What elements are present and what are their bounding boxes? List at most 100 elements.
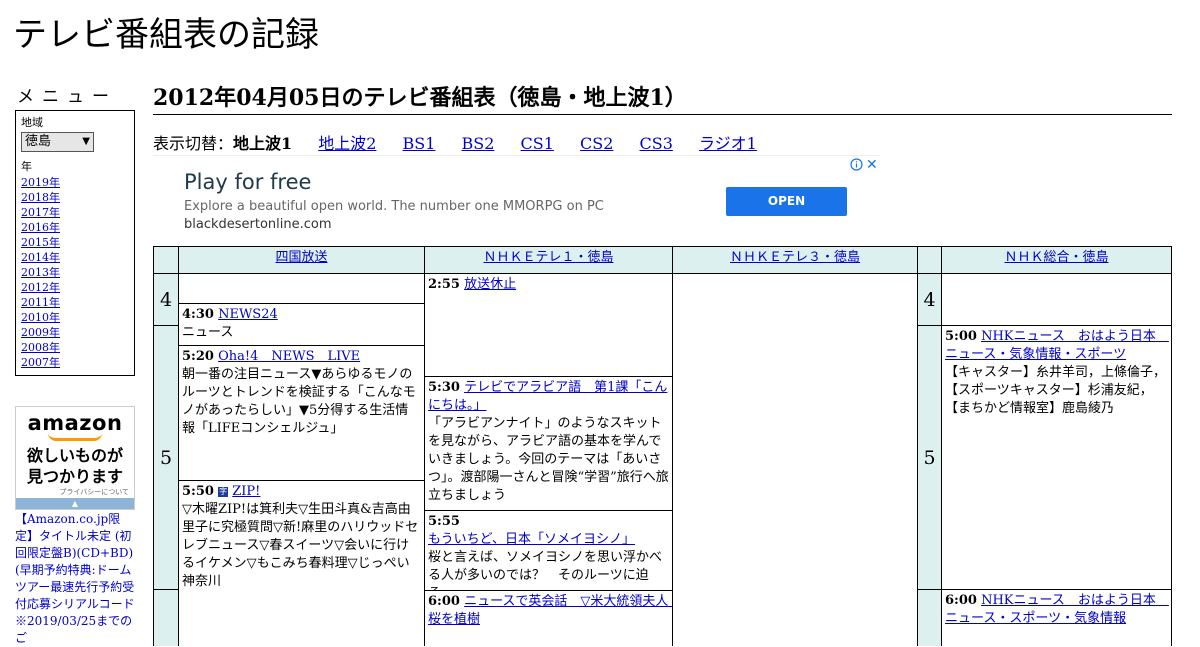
program-cell: 5:00 NHKニュース おはよう日本 ニュース・気象情報・スポーツ 【キャスタ…	[941, 325, 1172, 590]
program-cell: 4:30 NEWS24 ニュース	[178, 303, 425, 346]
program-title-link[interactable]: Oha!4 NEWS LIVE	[218, 349, 360, 364]
switcher-link-bs2[interactable]: BS2	[462, 134, 495, 153]
region-select-value: 徳島	[25, 134, 52, 149]
year-item: 2007年	[21, 355, 60, 370]
year-item: 2013年	[21, 265, 60, 280]
program-title-link[interactable]: NHKニュース おはよう日本 ニュース・気象情報・スポーツ	[945, 329, 1169, 362]
program-cell: 5:20 Oha!4 NEWS LIVE 朝一番の注目ニュース▼あらゆるモノのル…	[178, 345, 425, 481]
site-title: テレビ番組表の記録	[13, 15, 319, 55]
program-time: 6:00	[945, 593, 977, 608]
switcher-link-cs1[interactable]: CS1	[521, 134, 554, 153]
hour-label	[917, 589, 942, 646]
info-icon[interactable]	[850, 158, 863, 171]
amazon-privacy-link[interactable]: プライバシーについて	[16, 487, 134, 497]
ad-banner[interactable]: Play for free Explore a beautiful open w…	[153, 155, 880, 245]
switcher-link-chijo2[interactable]: 地上波2	[318, 134, 376, 153]
amazon-tagline: 欲しいものが 見つかります	[16, 445, 134, 487]
program-title-link[interactable]: テレビでアラビア語 第1課「こんにちは。」	[428, 380, 667, 413]
year-link[interactable]: 2012年	[21, 281, 60, 294]
empty-slot	[941, 273, 1172, 326]
year-item: 2012年	[21, 280, 60, 295]
amazon-logo: amazon	[27, 411, 123, 435]
empty-slot	[178, 273, 425, 304]
channel-header: 四国放送	[178, 246, 425, 274]
switcher-link-bs1[interactable]: BS1	[403, 134, 436, 153]
switcher-link-radio1[interactable]: ラジオ1	[699, 134, 757, 153]
program-cell: 5:30 テレビでアラビア語 第1課「こんにちは。」 「アラビアンナイト」のよう…	[424, 376, 673, 511]
hour-label: 5	[153, 325, 179, 590]
switcher-link-cs2[interactable]: CS2	[580, 134, 613, 153]
program-time: 2:55	[428, 277, 460, 292]
year-link[interactable]: 2008年	[21, 341, 60, 354]
amazon-tagline-line2: 見つかります	[26, 467, 123, 486]
program-time: 5:55	[428, 514, 460, 529]
program-time: 5:50	[182, 484, 214, 499]
region-label: 地域	[21, 116, 43, 129]
empty-slot	[672, 273, 918, 646]
program-title-link[interactable]: ZIP!	[232, 484, 260, 499]
year-item: 2011年	[21, 295, 60, 310]
close-icon[interactable]: ✕	[866, 157, 878, 173]
channel-header: ＮＨＫ総合・徳島	[941, 246, 1172, 274]
year-link[interactable]: 2011年	[21, 296, 60, 309]
program-cell: 5:50 字 ZIP! ▽木曜ZIP!は箕利夫▽生田斗真&吉高由里子に究極質問▽…	[178, 480, 425, 646]
year-link[interactable]: 2017年	[21, 206, 60, 219]
channel-header: ＮＨＫＥテレ１・徳島	[424, 246, 673, 274]
program-description: ニュース	[182, 325, 234, 340]
program-description: ▽木曜ZIP!は箕利夫▽生田斗真&吉高由里子に究極質問▽新!麻里のハリウッドセレ…	[182, 502, 419, 589]
year-item: 2016年	[21, 220, 60, 235]
year-link[interactable]: 2018年	[21, 191, 60, 204]
program-cell: 6:00 ニュースで英会話 ▽米大統領夫人 桜を植樹	[424, 590, 673, 646]
year-item: 2019年	[21, 175, 60, 190]
ad-open-button[interactable]: OPEN	[726, 187, 847, 216]
year-link[interactable]: 2009年	[21, 326, 60, 339]
amazon-product-link[interactable]: 【Amazon.co.jp限定】タイトル未定 (初回限定盤B)(CD+BD)(早…	[15, 511, 137, 647]
program-title-link[interactable]: NEWS24	[218, 307, 278, 322]
program-title-link[interactable]: もういちど、日本「ソメイヨシノ」	[428, 532, 635, 547]
chevron-down-icon: ▼	[82, 136, 90, 147]
switcher-label: 表示切替：	[153, 134, 234, 153]
program-title-link[interactable]: ニュースで英会話 ▽米大統領夫人 桜を植樹	[428, 594, 672, 627]
header-corner	[917, 246, 942, 274]
program-time: 5:30	[428, 380, 460, 395]
program-description: 桜と言えば、ソメイヨシノを思い浮かべる人が多いのでは？ そのルーツに迫る。	[428, 550, 663, 590]
ad-title: Play for free	[184, 170, 312, 194]
year-link[interactable]: 2016年	[21, 221, 60, 234]
year-item: 2018年	[21, 190, 60, 205]
program-description: 【キャスター】糸井羊司，上條倫子，【スポーツキャスター】杉浦友紀，【まちかど情報…	[945, 365, 1167, 416]
page-title: 2012年04月05日のテレビ番組表（徳島・地上波1）	[153, 82, 1172, 115]
program-title-link[interactable]: 放送休止	[464, 277, 516, 292]
year-link[interactable]: 2019年	[21, 176, 60, 189]
year-item: 2015年	[21, 235, 60, 250]
menu-heading: メニュー	[17, 87, 117, 107]
program-time: 5:00	[945, 329, 977, 344]
program-title-link[interactable]: NHKニュース おはよう日本 ニュース・スポーツ・気象情報	[945, 593, 1169, 626]
amazon-banner[interactable]: amazon 欲しいものが 見つかります プライバシーについて ▲	[15, 406, 135, 510]
caption-icon: 字	[218, 487, 229, 497]
hour-label	[153, 589, 179, 646]
channel-switcher: 表示切替：地上波1 地上波2 BS1 BS2 CS1 CS2 CS3 ラジオ1	[153, 134, 757, 154]
region-select[interactable]: 徳島 ▼	[21, 132, 94, 152]
year-link[interactable]: 2013年	[21, 266, 60, 279]
year-link[interactable]: 2014年	[21, 251, 60, 264]
switcher-link-cs3[interactable]: CS3	[640, 134, 673, 153]
program-description: 「アラビアンナイト」のようなスキットを見ながら、アラビア語の基本を学んでいきまし…	[428, 416, 669, 503]
channel-link[interactable]: ＮＨＫ総合・徳島	[1004, 250, 1108, 265]
program-cell: 2:55 放送休止	[424, 273, 673, 377]
ad-domain: blackdesertonline.com	[184, 217, 332, 232]
channel-link[interactable]: 四国放送	[275, 250, 327, 265]
channel-link[interactable]: ＮＨＫＥテレ３・徳島	[730, 250, 860, 265]
switcher-current: 地上波1	[233, 134, 293, 153]
year-link[interactable]: 2015年	[21, 236, 60, 249]
channel-link[interactable]: ＮＨＫＥテレ１・徳島	[483, 250, 613, 265]
year-item: 2014年	[21, 250, 60, 265]
program-cell: 5:55 もういちど、日本「ソメイヨシノ」 桜と言えば、ソメイヨシノを思い浮かべ…	[424, 510, 673, 591]
channel-header: ＮＨＫＥテレ３・徳島	[672, 246, 918, 274]
amazon-tagline-line1: 欲しいものが	[26, 446, 123, 465]
program-time: 5:20	[182, 349, 214, 364]
year-item: 2010年	[21, 310, 60, 325]
chevron-up-icon[interactable]: ▲	[16, 498, 134, 509]
year-list: 2019年 2018年 2017年 2016年 2015年 2014年 2013…	[21, 175, 60, 370]
year-link[interactable]: 2010年	[21, 311, 60, 324]
year-link[interactable]: 2007年	[21, 356, 60, 369]
